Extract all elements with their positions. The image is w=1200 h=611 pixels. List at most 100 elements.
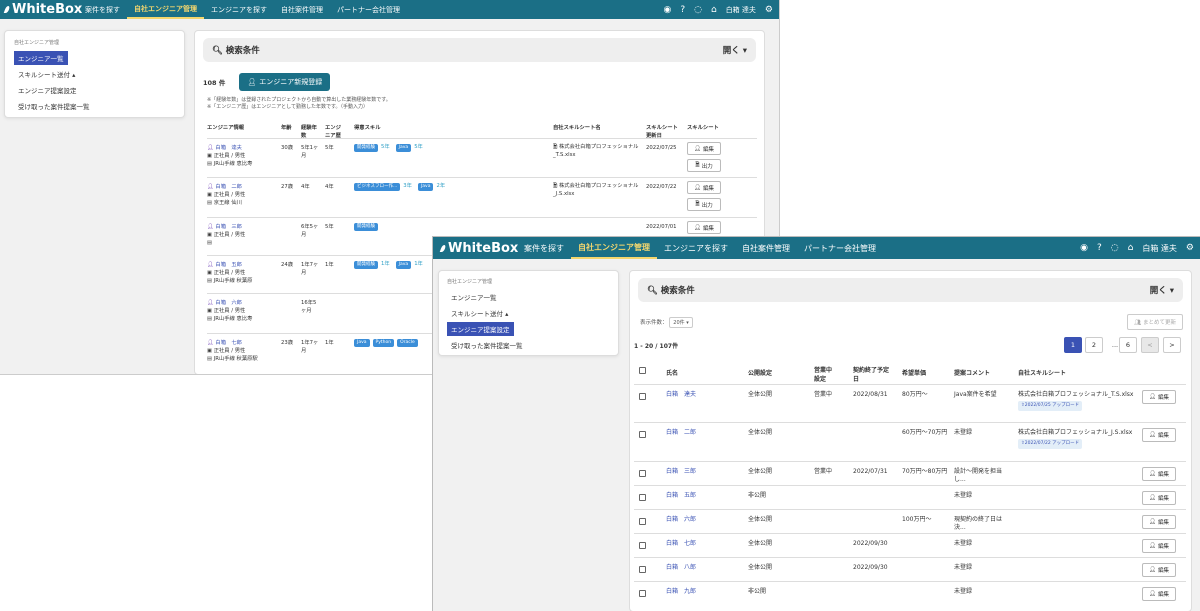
- engineer-name-link[interactable]: 白箱 八郎: [666, 564, 696, 572]
- edit-button[interactable]: 👤︎ 編集: [1142, 390, 1176, 404]
- caret-up-icon: ▴: [72, 71, 76, 79]
- row-checkbox[interactable]: [639, 590, 646, 597]
- row-checkbox[interactable]: [639, 470, 646, 477]
- sidebar: 自社エンジニア管理 エンジニア一覧 スキルシート送付 ▴ エンジニア提案設定 受…: [4, 30, 185, 118]
- open-toggle[interactable]: 開く ▾: [723, 44, 747, 56]
- page-1-button[interactable]: 1: [1064, 337, 1082, 353]
- engineer-name-link[interactable]: 👤︎ 白箱 六郎: [207, 299, 242, 307]
- proposal-settings-window: WhiteBox 案件を探す 自社エンジニア管理 エンジニアを探す 自社案件管理…: [432, 236, 1200, 611]
- nav-item-project-management[interactable]: 自社案件管理: [735, 237, 797, 259]
- nav-item-project-management[interactable]: 自社案件管理: [274, 0, 330, 19]
- edit-sheet-button[interactable]: 👤︎編集: [687, 142, 721, 155]
- engineer-name-link[interactable]: 👤︎ 白箱 五郎: [207, 261, 242, 269]
- col-skills: 得意スキル: [354, 125, 381, 131]
- engineer-name-link[interactable]: 白箱 六郎: [666, 516, 696, 524]
- user-name[interactable]: 白箱 達夫: [1142, 243, 1177, 254]
- page-2-button[interactable]: 2: [1085, 337, 1103, 353]
- select-all-checkbox[interactable]: [639, 367, 646, 374]
- sidebar-item-proposal-settings[interactable]: エンジニア提案設定: [14, 83, 81, 97]
- nav-item-engineer-management[interactable]: 自社エンジニア管理: [571, 237, 657, 259]
- logo[interactable]: WhiteBox: [0, 2, 82, 17]
- col-sheet-actions: スキルシート: [687, 125, 719, 131]
- nav-item-find-projects[interactable]: 案件を探す: [78, 0, 127, 19]
- edit-button[interactable]: 👤︎ 編集: [1142, 467, 1176, 481]
- row-checkbox[interactable]: [639, 431, 646, 438]
- engineer-name-link[interactable]: 👤︎ 白箱 七郎: [207, 339, 242, 347]
- engineer-name-link[interactable]: 白箱 九郎: [666, 588, 696, 596]
- row-checkbox[interactable]: [639, 566, 646, 573]
- sidebar-item-skill-sheet[interactable]: スキルシート送付 ▴: [447, 306, 512, 320]
- search-conditions-bar[interactable]: 🔍︎ 検索条件 開く ▾: [638, 278, 1183, 302]
- row-checkbox[interactable]: [639, 542, 646, 549]
- per-page-select[interactable]: 20件 ▾: [669, 317, 693, 328]
- experience-years: 1年7ヶ月: [301, 262, 319, 276]
- engineer-name-link[interactable]: 👤︎ 白箱 達夫: [207, 144, 242, 152]
- gamepad-icon[interactable]: ◉: [663, 5, 671, 15]
- sidebar-item-received-proposals[interactable]: 受け取った案件提案一覧: [447, 338, 527, 352]
- skill-sheet-file[interactable]: 🗎 株式会社白箱プロフェッショナル_T.S.xlsx: [553, 143, 639, 159]
- open-toggle[interactable]: 開く ▾: [1150, 284, 1174, 296]
- sidebar-item-engineer-list[interactable]: エンジニア一覧: [447, 290, 501, 304]
- engineer-years: 4年: [325, 184, 334, 190]
- nav-item-find-engineers[interactable]: エンジニアを探す: [204, 0, 274, 19]
- skill-sheet-file[interactable]: 🗎 株式会社白箱プロフェッショナル_J.S.xlsx: [553, 182, 639, 198]
- edit-button[interactable]: 👤︎ 編集: [1142, 563, 1176, 577]
- edit-label: 編集: [1157, 433, 1169, 439]
- nav-item-find-engineers[interactable]: エンジニアを探す: [657, 237, 735, 259]
- engineer-name-link[interactable]: 白箱 達夫: [666, 391, 696, 399]
- chat-icon[interactable]: ◌: [694, 5, 702, 15]
- next-page-button[interactable]: >: [1163, 337, 1181, 353]
- help-icon[interactable]: ?: [1097, 243, 1102, 253]
- bulk-update-button[interactable]: 👥︎ まとめて更新: [1127, 314, 1183, 330]
- engineer-name-link[interactable]: 👤︎ 白箱 二郎: [207, 183, 242, 191]
- help-icon[interactable]: ?: [680, 5, 685, 15]
- gear-icon[interactable]: ⚙: [1186, 243, 1194, 253]
- edit-button[interactable]: 👤︎ 編集: [1142, 539, 1176, 553]
- engineer-name-link[interactable]: 白箱 五郎: [666, 492, 696, 500]
- gear-icon[interactable]: ⚙: [765, 5, 773, 15]
- desired-price: 100万円〜: [902, 516, 932, 523]
- register-engineer-button[interactable]: 👤︎ エンジニア新規登録: [239, 73, 331, 91]
- edit-button[interactable]: 👤︎ 編集: [1142, 428, 1176, 442]
- edit-button[interactable]: 👤︎ 編集: [1142, 491, 1176, 505]
- page-6-button[interactable]: 6: [1119, 337, 1137, 353]
- engineer-name-link[interactable]: 白箱 七郎: [666, 540, 696, 548]
- edit-button[interactable]: 👤︎ 編集: [1142, 515, 1176, 529]
- home-icon[interactable]: ⌂: [1128, 243, 1134, 253]
- output-sheet-button[interactable]: 🗎 出力: [687, 198, 721, 211]
- train-icon: ▤: [207, 161, 213, 167]
- engineer-years: 1年: [325, 262, 334, 268]
- nav-item-partner-management[interactable]: パートナー会社管理: [797, 237, 883, 259]
- output-sheet-button[interactable]: 🗎 出力: [687, 159, 721, 172]
- sidebar-item-engineer-list[interactable]: エンジニア一覧: [14, 51, 68, 65]
- row-checkbox[interactable]: [639, 494, 646, 501]
- sheet-name[interactable]: 株式会社白箱プロフェッショナル_T.S.xlsx: [1018, 391, 1136, 399]
- sheet-name[interactable]: 株式会社白箱プロフェッショナル_J.S.xlsx: [1018, 429, 1136, 437]
- edit-button[interactable]: 👤︎ 編集: [1142, 587, 1176, 601]
- sidebar-item-skill-sheet[interactable]: スキルシート送付 ▴: [14, 67, 79, 81]
- nav-item-engineer-management[interactable]: 自社エンジニア管理: [127, 0, 204, 19]
- age: 30歳: [281, 145, 294, 151]
- sidebar-item-proposal-settings[interactable]: エンジニア提案設定: [447, 322, 514, 336]
- sidebar-item-received-proposals[interactable]: 受け取った案件提案一覧: [14, 99, 94, 113]
- edit-sheet-button[interactable]: 👤︎編集: [687, 221, 721, 234]
- engineer-name-link[interactable]: 👤︎ 白箱 三郎: [207, 223, 242, 231]
- nav-item-partner-management[interactable]: パートナー会社管理: [330, 0, 407, 19]
- row-checkbox[interactable]: [639, 393, 646, 400]
- user-edit-icon: 👤︎: [694, 145, 701, 152]
- edit-sheet-button[interactable]: 👤︎編集: [687, 181, 721, 194]
- experience-years: 16年5ヶ月: [301, 300, 317, 314]
- col-sales: 営業中設定: [814, 367, 833, 383]
- user-name[interactable]: 白箱 達夫: [726, 5, 756, 15]
- engineer-name-link[interactable]: 白箱 三郎: [666, 468, 696, 476]
- prev-page-button[interactable]: <: [1141, 337, 1159, 353]
- nav-item-find-projects[interactable]: 案件を探す: [517, 237, 571, 259]
- row-checkbox[interactable]: [639, 518, 646, 525]
- logo[interactable]: WhiteBox: [433, 241, 518, 256]
- engineer-name-link[interactable]: 白箱 二郎: [666, 429, 696, 437]
- per-page-label: 表示件数：: [640, 320, 668, 326]
- search-conditions-bar[interactable]: 🔍︎ 検索条件 開く ▾: [203, 38, 756, 62]
- chat-icon[interactable]: ◌: [1111, 243, 1119, 253]
- home-icon[interactable]: ⌂: [711, 5, 717, 15]
- gamepad-icon[interactable]: ◉: [1080, 243, 1088, 253]
